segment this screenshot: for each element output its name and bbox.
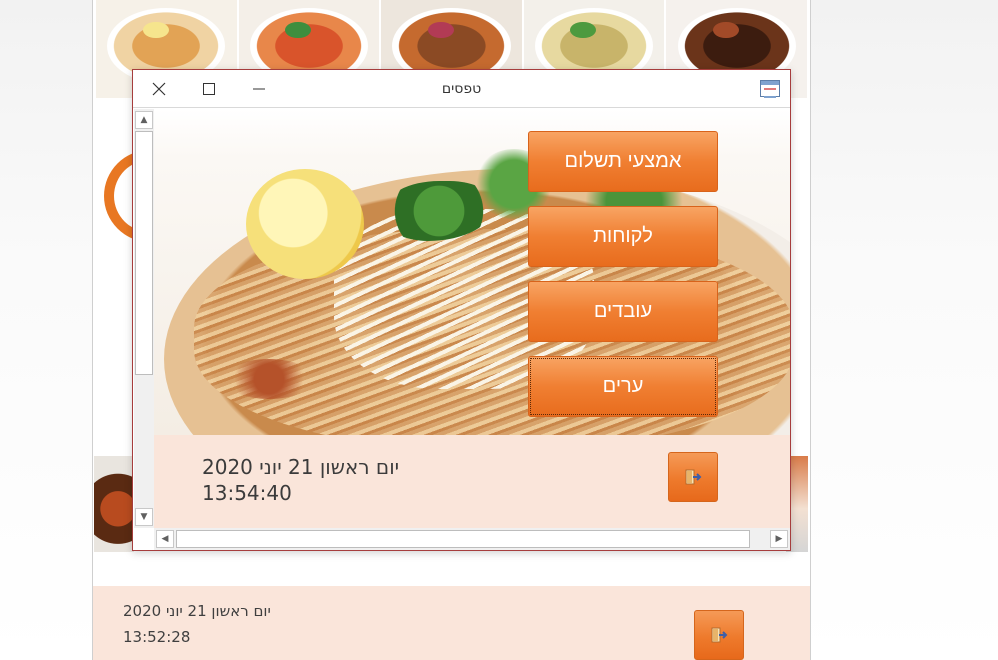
exit-button[interactable] — [694, 610, 744, 660]
scroll-left-arrow-icon[interactable]: ◀ — [156, 530, 174, 548]
window-content: אמצעי תשלום לקוחות עובדים ערים יום ראשון… — [154, 109, 790, 528]
window-footer-date: יום ראשון 21 יוני 2020 — [202, 455, 400, 479]
window-footer-time: 13:54:40 — [202, 481, 292, 505]
food-image-paella — [94, 456, 134, 552]
scroll-right-arrow-icon[interactable]: ▶ — [770, 530, 788, 548]
window-titlebar: טפסים — [133, 70, 790, 108]
horizontal-scrollbar[interactable]: ◀ ▶ — [154, 528, 790, 550]
footer-time: 13:52:28 — [123, 628, 191, 646]
scroll-up-arrow-icon[interactable]: ▲ — [135, 111, 153, 129]
vertical-scrollbar[interactable]: ▲ ▼ — [134, 109, 154, 528]
employees-button[interactable]: עובדים — [528, 281, 718, 342]
forms-window: טפסים ▲ ▼ אמצעי תשלום לקוחות עובדים ערים… — [132, 69, 791, 551]
vertical-scroll-thumb[interactable] — [135, 131, 153, 375]
exit-door-icon — [685, 469, 702, 485]
window-title: טפסים — [441, 81, 482, 97]
payment-methods-button[interactable]: אמצעי תשלום — [528, 131, 718, 192]
background-left-margin — [0, 0, 92, 660]
form-app-icon — [760, 80, 780, 98]
exit-door-icon — [711, 627, 728, 643]
window-footer: יום ראשון 21 יוני 2020 13:54:40 — [154, 435, 790, 528]
footer-date: יום ראשון 21 יוני 2020 — [123, 602, 271, 620]
customers-button[interactable]: לקוחות — [528, 206, 718, 267]
cities-button[interactable]: ערים — [528, 356, 718, 417]
background-right-margin — [811, 0, 998, 660]
background-footer: יום ראשון 21 יוני 2020 13:52:28 — [93, 586, 810, 660]
scroll-down-arrow-icon[interactable]: ▼ — [135, 508, 153, 526]
window-exit-button[interactable] — [668, 452, 718, 502]
horizontal-scroll-thumb[interactable] — [176, 530, 750, 548]
